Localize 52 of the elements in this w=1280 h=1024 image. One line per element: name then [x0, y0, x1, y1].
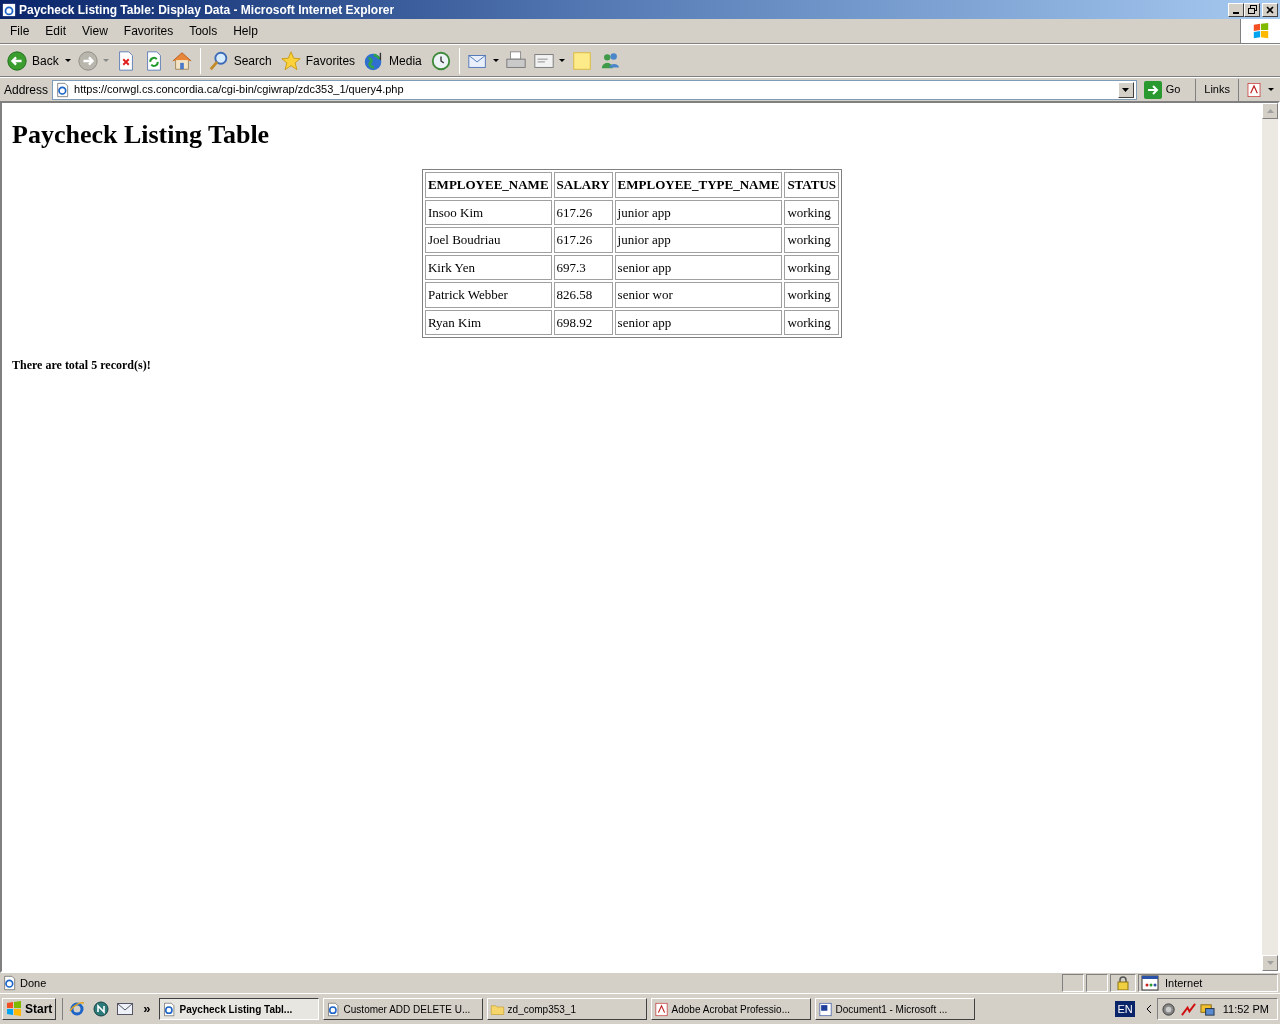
table-cell: senior app: [614, 254, 783, 280]
taskbar-button[interactable]: Adobe Acrobat Professio...: [650, 998, 811, 1020]
table-cell: junior app: [614, 227, 783, 253]
table-cell: senior app: [614, 309, 783, 335]
table-cell: 617.26: [553, 227, 613, 253]
table-cell: working: [784, 282, 840, 308]
start-button[interactable]: Start: [2, 998, 57, 1020]
taskbar-button[interactable]: zd_comp353_1: [486, 998, 647, 1020]
menu-item[interactable]: Favorites: [115, 20, 182, 42]
zone-text: Internet: [1165, 975, 1203, 991]
menu-item[interactable]: Tools: [181, 20, 226, 42]
page-heading: Paycheck Listing Table: [12, 119, 271, 151]
clock[interactable]: 11:52 PM: [1218, 1000, 1273, 1018]
more-button[interactable]: »: [139, 999, 155, 1019]
taskbar-button[interactable]: Customer ADD DELETE U...: [322, 998, 483, 1020]
table-cell: 697.3: [553, 254, 613, 280]
links-button[interactable]: Links: [1200, 81, 1234, 98]
address-field[interactable]: https://corwgl.cs.concordia.ca/cgi-bin/cgiwrap/zdc353_1/query4.php: [52, 79, 1137, 100]
column-header: EMPLOYEE_TYPE_NAME: [614, 172, 783, 198]
status-text: Done: [20, 975, 48, 991]
table-cell: working: [784, 309, 840, 335]
table-cell: Joel Boudriau: [424, 227, 552, 253]
column-header: STATUS: [784, 172, 840, 198]
menu-item[interactable]: Help: [225, 20, 266, 42]
taskbar-button[interactable]: Document1 - Microsoft ...: [814, 998, 975, 1020]
table-cell: Patrick Webber: [424, 282, 552, 308]
menu-item[interactable]: Edit: [37, 20, 75, 42]
go-button[interactable]: Go: [1140, 78, 1192, 101]
taskbar-button[interactable]: Paycheck Listing Tabl...: [158, 998, 319, 1020]
table-cell: Kirk Yen: [424, 254, 552, 280]
favorites-button[interactable]: Favorites: [277, 46, 360, 75]
record-count-text: There are total 5 record(s)!: [12, 357, 152, 374]
menu-item[interactable]: File: [2, 20, 38, 42]
media-button[interactable]: Media: [361, 46, 426, 75]
table-cell: 698.92: [553, 309, 613, 335]
table-cell: 617.26: [553, 199, 613, 225]
table-cell: working: [784, 199, 840, 225]
language-indicator[interactable]: EN: [1115, 1000, 1135, 1018]
back-button[interactable]: Back: [4, 46, 73, 75]
table-cell: Ryan Kim: [424, 309, 552, 335]
table-cell: Insoo Kim: [424, 199, 552, 225]
table-cell: 826.58: [553, 282, 613, 308]
table-cell: working: [784, 254, 840, 280]
table-cell: senior wor: [614, 282, 783, 308]
menu-item[interactable]: View: [74, 20, 116, 42]
address-label: Address: [4, 81, 49, 99]
window-title: Paycheck Listing Table: Display Data - Microsoft Internet Explorer: [19, 1, 395, 19]
column-header: EMPLOYEE_NAME: [424, 172, 552, 198]
table-cell: junior app: [614, 199, 783, 225]
column-header: SALARY: [553, 172, 613, 198]
search-button[interactable]: Search: [205, 46, 276, 75]
table-cell: working: [784, 227, 840, 253]
